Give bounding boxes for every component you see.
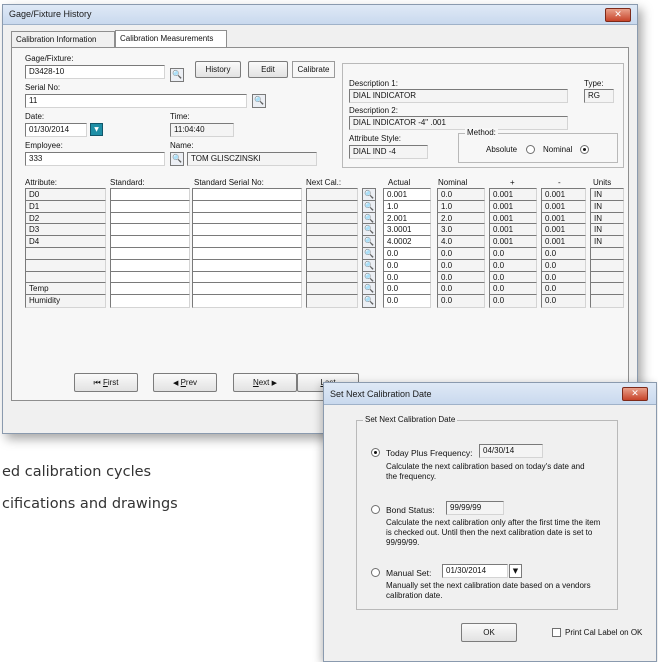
title-bar: Gage/Fixture History ✕ (3, 5, 637, 25)
row-minus: 0.0 (541, 294, 586, 308)
tab-calibration-measurements[interactable]: Calibration Measurements (115, 30, 227, 48)
bond-status-label: Bond Status: (386, 505, 435, 515)
ok-button[interactable]: OK (461, 623, 517, 642)
nominal-label: Nominal (543, 145, 573, 154)
manual-set-label: Manual Set: (386, 568, 432, 578)
prev-button[interactable]: ◀ Prev (153, 373, 217, 392)
row-units (590, 294, 624, 308)
name-field: TOM GLISCZINSKI (187, 152, 317, 166)
manual-set-field[interactable]: 01/30/2014 (442, 564, 508, 578)
caption-line-2: cifications and drawings (2, 496, 178, 512)
today-plus-frequency-label: Today Plus Frequency: (386, 448, 473, 458)
dialog-title: Set Next Calibration Date (330, 389, 432, 399)
col-plus: + (510, 178, 515, 187)
description2-label: Description 2: (349, 106, 398, 115)
first-button[interactable]: ⏮ First (74, 373, 138, 392)
bond-status-radio[interactable] (371, 505, 380, 514)
history-button[interactable]: History (195, 61, 241, 78)
name-label: Name: (170, 141, 194, 150)
col-nominal: Nominal (438, 178, 468, 187)
type-field: RG (584, 89, 614, 103)
serial-field[interactable]: 11 (25, 94, 247, 108)
first-label: irst (107, 378, 119, 387)
prev-icon: ◀ (172, 379, 179, 387)
col-standard: Standard: (110, 178, 145, 187)
first-icon: ⏮ (93, 378, 101, 387)
manual-set-desc: Manually set the next calibration date b… (386, 581, 591, 600)
calibration-measurements-panel: Gage/Fixture: D3428-10 🔍 History Edit Ca… (11, 47, 629, 401)
row-plus: 0.0 (489, 294, 537, 308)
gage-field[interactable]: D3428-10 (25, 65, 165, 79)
gage-label: Gage/Fixture: (25, 54, 74, 63)
nominal-radio[interactable] (580, 145, 589, 154)
today-plus-frequency-field: 04/30/14 (479, 444, 543, 458)
employee-lookup-icon[interactable]: 🔍 (170, 152, 184, 166)
absolute-radio[interactable] (526, 145, 535, 154)
next-cal-group-title: Set Next Calibration Date (363, 415, 458, 424)
description1-field: DIAL INDICATOR (349, 89, 568, 103)
time-label: Time: (170, 112, 190, 121)
date-label: Date: (25, 112, 45, 121)
calibrate-button[interactable]: Calibrate (292, 61, 335, 78)
col-minus: - (558, 178, 561, 187)
method-label: Method: (465, 128, 498, 137)
edit-button[interactable]: Edit (248, 61, 288, 78)
bond-status-field: 99/99/99 (446, 501, 504, 515)
attribute-style-label: Attribute Style: (349, 134, 402, 143)
manual-set-radio[interactable] (371, 568, 380, 577)
bond-status-desc: Calculate the next calibration only afte… (386, 518, 601, 547)
caption-line-1: ed calibration cycles (2, 464, 152, 480)
col-next-cal: Next Cal.: (306, 178, 342, 187)
serial-lookup-icon[interactable]: 🔍 (252, 94, 266, 108)
row-standard-serial[interactable] (192, 294, 302, 308)
row-next-cal (306, 294, 358, 308)
today-plus-frequency-desc: Calculate the next calibration based on … (386, 462, 585, 481)
dialog-title-bar: Set Next Calibration Date ✕ (324, 383, 656, 405)
print-cal-label-text: Print Cal Label on OK (565, 628, 643, 637)
description2-field: DIAL INDICATOR -4" .001 (349, 116, 568, 130)
today-plus-frequency-radio[interactable] (371, 448, 380, 457)
next-label: ext (258, 378, 270, 387)
gage-lookup-icon[interactable]: 🔍 (170, 68, 184, 82)
row-actual[interactable]: 0.0 (383, 294, 431, 308)
description1-label: Description 1: (349, 79, 398, 88)
manual-set-dropdown-icon[interactable]: ▼ (509, 564, 522, 578)
tab-calibration-information[interactable]: Calibration Information (11, 31, 115, 47)
col-standard-serial: Standard Serial No: (194, 178, 264, 187)
close-icon[interactable]: ✕ (605, 8, 631, 22)
time-field: 11:04:40 (170, 123, 234, 137)
col-units: Units (593, 178, 612, 187)
method-group: Method: (458, 128, 618, 163)
row-lookup-icon[interactable]: 🔍 (362, 294, 376, 308)
row-nominal: 0.0 (437, 294, 485, 308)
employee-field[interactable]: 333 (25, 152, 165, 166)
next-button[interactable]: Next ▶ (233, 373, 297, 392)
row-attribute: Humidity (25, 294, 106, 308)
serial-label: Serial No: (25, 83, 61, 92)
calendar-dropdown-icon[interactable]: ▼ (90, 123, 103, 136)
col-actual: Actual (388, 178, 411, 187)
attribute-style-field: DIAL IND -4 (349, 145, 428, 159)
col-attribute: Attribute: (25, 178, 58, 187)
absolute-label: Absolute (486, 145, 518, 154)
employee-label: Employee: (25, 141, 63, 150)
date-field[interactable]: 01/30/2014 (25, 123, 87, 137)
gage-fixture-history-window: Gage/Fixture History ✕ Calibration Infor… (2, 4, 638, 434)
print-cal-label-checkbox[interactable] (552, 628, 561, 637)
type-label: Type: (584, 79, 604, 88)
window-title: Gage/Fixture History (9, 9, 92, 19)
dialog-close-icon[interactable]: ✕ (622, 387, 648, 401)
prev-label: rev (185, 378, 198, 387)
set-next-calibration-dialog: Set Next Calibration Date ✕ Set Next Cal… (323, 382, 657, 662)
next-icon: ▶ (271, 379, 278, 387)
row-standard[interactable] (110, 294, 190, 308)
